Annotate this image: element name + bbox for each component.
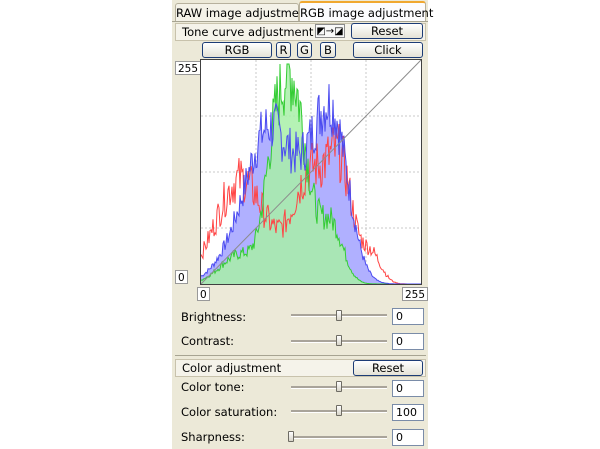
click-button[interactable]: Click (353, 42, 423, 58)
contrast-label: Contrast: (181, 334, 235, 348)
histogram-svg (201, 60, 421, 284)
contrast-slider-thumb[interactable] (336, 335, 342, 346)
color-saturation-slider-thumb[interactable] (336, 405, 342, 416)
section-divider (175, 355, 426, 356)
channel-b-button[interactable]: B (320, 42, 336, 58)
y-axis-max-label: 255 (175, 61, 202, 75)
tab-raw-image-adjustment[interactable]: RAW image adjustment (175, 3, 311, 21)
tone-curve-reset-button[interactable]: Reset (351, 23, 423, 39)
sharpness-slider-track[interactable] (291, 436, 387, 439)
sharpness-slider-thumb[interactable] (288, 431, 294, 442)
sharpness-input[interactable]: 0 (392, 429, 424, 446)
color-adjustment-title: Color adjustment (182, 361, 282, 375)
color-tone-input[interactable]: 0 (392, 380, 424, 397)
channel-r-button[interactable]: R (276, 42, 291, 58)
color-reset-button[interactable]: Reset (353, 360, 423, 376)
x-axis-min-label: 0 (197, 287, 210, 301)
rgb-adjustment-panel: RAW image adjustment RGB image adjustmen… (172, 0, 433, 449)
x-axis-max-label: 255 (402, 287, 429, 301)
channel-rgb-button[interactable]: RGB (202, 42, 272, 58)
tone-curve-title: Tone curve adjustment (182, 25, 314, 39)
channel-g-button[interactable]: G (297, 42, 312, 58)
brightness-input[interactable]: 0 (392, 308, 424, 325)
color-saturation-label: Color saturation: (181, 405, 278, 419)
brightness-slider-thumb[interactable] (336, 310, 342, 321)
curve-mode-icon[interactable]: ◩→◪ (315, 24, 345, 38)
tab-rgb-image-adjustment[interactable]: RGB image adjustment (299, 1, 433, 22)
brightness-label: Brightness: (181, 310, 247, 324)
color-saturation-input[interactable]: 100 (392, 404, 424, 421)
color-tone-slider-thumb[interactable] (336, 381, 342, 392)
y-axis-min-label: 0 (175, 270, 188, 284)
tone-curve-graph[interactable] (200, 59, 422, 285)
contrast-input[interactable]: 0 (392, 333, 424, 350)
color-tone-label: Color tone: (181, 380, 245, 394)
tab-underline (172, 21, 428, 22)
sharpness-label: Sharpness: (181, 430, 245, 444)
